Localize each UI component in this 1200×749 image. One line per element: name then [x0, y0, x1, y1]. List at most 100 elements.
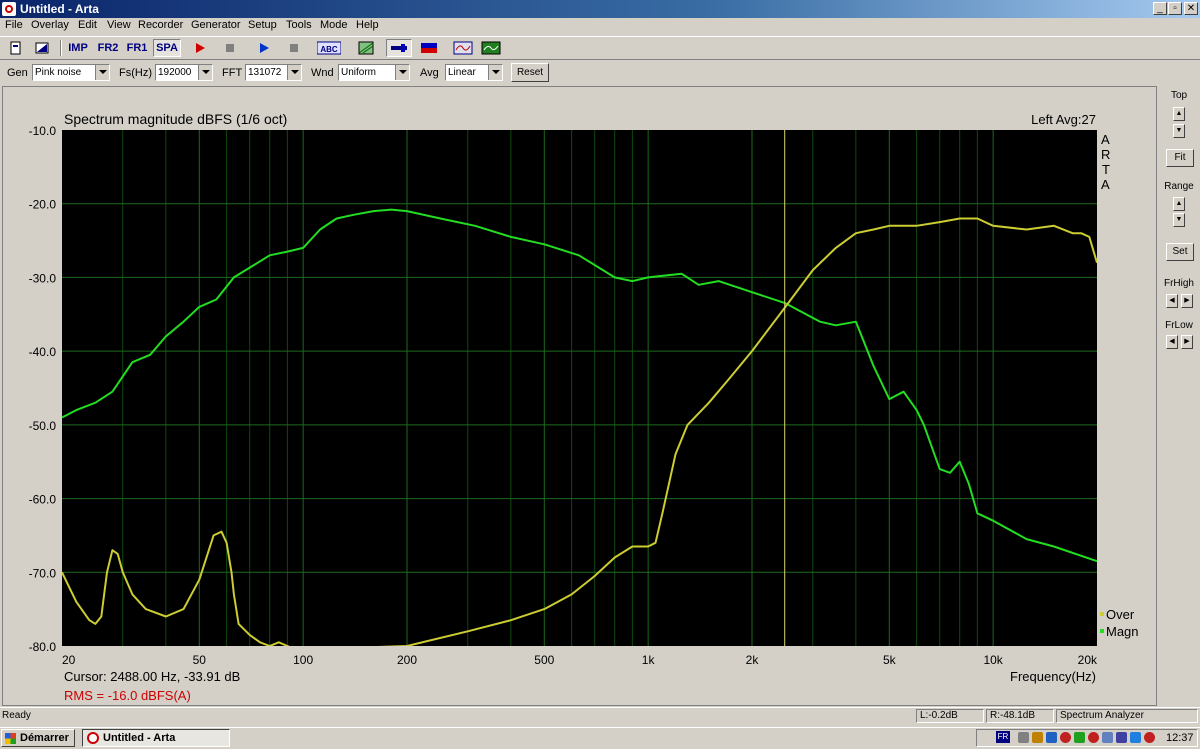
frlow-right-button[interactable]: ▶ — [1181, 335, 1193, 349]
chevron-down-icon[interactable] — [488, 65, 502, 80]
chevron-down-icon[interactable] — [95, 65, 109, 80]
spectrum-plot-icon[interactable] — [479, 39, 503, 57]
cursor-icon[interactable] — [386, 39, 412, 57]
spectrum-chart[interactable]: -10.0 -20.0 -30.0 -40.0 -50.0 -60.0 -70.0 -80.0… — [0, 86, 1157, 706]
generator-select[interactable]: Pink noise — [32, 64, 110, 81]
side-label-r: R — [1101, 147, 1110, 162]
chevron-down-icon[interactable] — [287, 65, 301, 80]
top-up-button[interactable]: ▲ — [1173, 107, 1185, 121]
top-label: Top — [1170, 90, 1188, 101]
menu-help[interactable]: Help — [356, 19, 379, 31]
menu-mode[interactable]: Mode — [320, 19, 348, 31]
waveform-icon[interactable] — [451, 39, 475, 57]
generator-stop-icon[interactable] — [283, 39, 305, 57]
averaging-select-value: Linear — [448, 67, 476, 78]
tray-icon[interactable] — [1116, 732, 1127, 743]
language-indicator[interactable]: FR — [996, 731, 1010, 743]
status-left-level: L:-0.2dB — [916, 709, 984, 723]
fr2-mode-button[interactable]: FR2 — [96, 39, 120, 57]
tray-icon[interactable] — [1074, 732, 1085, 743]
range-up-button[interactable]: ▲ — [1173, 197, 1185, 211]
y-tick-label: -60.0 — [29, 493, 57, 507]
app-icon[interactable] — [2, 2, 16, 16]
volume-icon[interactable] — [1032, 732, 1043, 743]
record-play-icon[interactable] — [189, 39, 211, 57]
spectrum-mode-button[interactable]: SPA — [153, 39, 181, 57]
menu-setup[interactable]: Setup — [248, 19, 277, 31]
y-tick-label: -20.0 — [29, 198, 57, 212]
fft-size-select[interactable]: 131072 — [245, 64, 302, 81]
x-tick-label: 1k — [642, 653, 656, 667]
grid-icon[interactable] — [355, 39, 377, 57]
menu-recorder[interactable]: Recorder — [138, 19, 183, 31]
restore-button[interactable]: ▫ — [1168, 2, 1182, 15]
window-label: Wnd — [311, 67, 334, 79]
frhigh-right-button[interactable]: ▶ — [1181, 294, 1193, 308]
set-button[interactable]: Set — [1166, 243, 1194, 261]
y-tick-label: -10.0 — [29, 124, 57, 138]
menu-edit[interactable]: Edit — [78, 19, 97, 31]
x-axis-label: Frequency(Hz) — [1010, 669, 1096, 684]
y-tick-label: -70.0 — [29, 566, 57, 580]
menu-generator[interactable]: Generator — [191, 19, 241, 31]
samplerate-select[interactable]: 192000 — [155, 64, 213, 81]
menu-tools[interactable]: Tools — [286, 19, 312, 31]
y-tick-label: -80.0 — [29, 640, 57, 654]
tray-icon[interactable] — [1102, 732, 1113, 743]
fft-label: FFT — [222, 67, 243, 79]
frhigh-left-button[interactable]: ◀ — [1166, 294, 1178, 308]
chevron-down-icon[interactable] — [395, 65, 409, 80]
generator-select-value: Pink noise — [35, 67, 82, 78]
reset-button[interactable]: Reset — [511, 63, 549, 82]
status-right-level: R:-48.1dB — [986, 709, 1054, 723]
labels-icon[interactable]: ABC — [316, 39, 342, 57]
top-down-button[interactable]: ▼ — [1173, 124, 1185, 138]
tray-icon[interactable] — [1130, 732, 1141, 743]
fr1-mode-button[interactable]: FR1 — [125, 39, 149, 57]
tray-icon[interactable] — [1088, 732, 1099, 743]
close-button[interactable]: ✕ — [1184, 2, 1198, 15]
new-icon[interactable] — [5, 39, 27, 57]
window-title: Untitled - Arta — [20, 2, 99, 16]
tray-icon[interactable] — [1144, 732, 1155, 743]
taskbar-app-button[interactable]: Untitled - Arta — [82, 729, 230, 747]
title-bar — [0, 0, 1200, 18]
tray-icon[interactable] — [1018, 732, 1029, 743]
menu-file[interactable]: File — [5, 19, 23, 31]
windows-logo-icon — [5, 733, 16, 744]
menu-view[interactable]: View — [107, 19, 131, 31]
side-label-a1: A — [1101, 132, 1110, 147]
legend-magn: Magn — [1106, 624, 1139, 639]
chevron-down-icon[interactable] — [198, 65, 212, 80]
clock: 12:37 — [1166, 732, 1194, 744]
start-button[interactable]: Démarrer — [1, 729, 75, 747]
window-select[interactable]: Uniform — [338, 64, 410, 81]
samplerate-select-value: 192000 — [158, 67, 192, 78]
network-icon[interactable] — [1046, 732, 1057, 743]
fit-button[interactable]: Fit — [1166, 149, 1194, 167]
menu-overlay[interactable]: Overlay — [31, 19, 69, 31]
frlow-left-button[interactable]: ◀ — [1166, 335, 1178, 349]
impulse-mode-button[interactable]: IMP — [66, 39, 90, 57]
range-label: Range — [1164, 181, 1194, 192]
record-stop-icon[interactable] — [219, 39, 241, 57]
start-label: Démarrer — [20, 732, 69, 744]
security-icon[interactable] — [1060, 732, 1071, 743]
plot-area[interactable] — [62, 130, 1097, 646]
channel-info: Left Avg:27 — [1031, 112, 1096, 127]
open-icon[interactable] — [31, 39, 53, 57]
fs-label: Fs(Hz) — [119, 67, 152, 79]
y-tick-label: -40.0 — [29, 345, 57, 359]
averaging-select[interactable]: Linear — [445, 64, 503, 81]
x-tick-label: 50 — [193, 653, 207, 667]
side-label-a2: A — [1101, 177, 1110, 192]
legend-magn-swatch — [1100, 629, 1104, 633]
rms-readout: RMS = -16.0 dBFS(A) — [64, 688, 191, 703]
y-tick-label: -30.0 — [29, 271, 57, 285]
x-tick-label: 5k — [883, 653, 897, 667]
taskbar-app-label: Untitled - Arta — [103, 732, 176, 744]
minimize-button[interactable]: _ — [1153, 2, 1167, 15]
range-down-button[interactable]: ▼ — [1173, 213, 1185, 227]
generator-play-icon[interactable] — [253, 39, 275, 57]
color-icon[interactable] — [416, 39, 442, 57]
